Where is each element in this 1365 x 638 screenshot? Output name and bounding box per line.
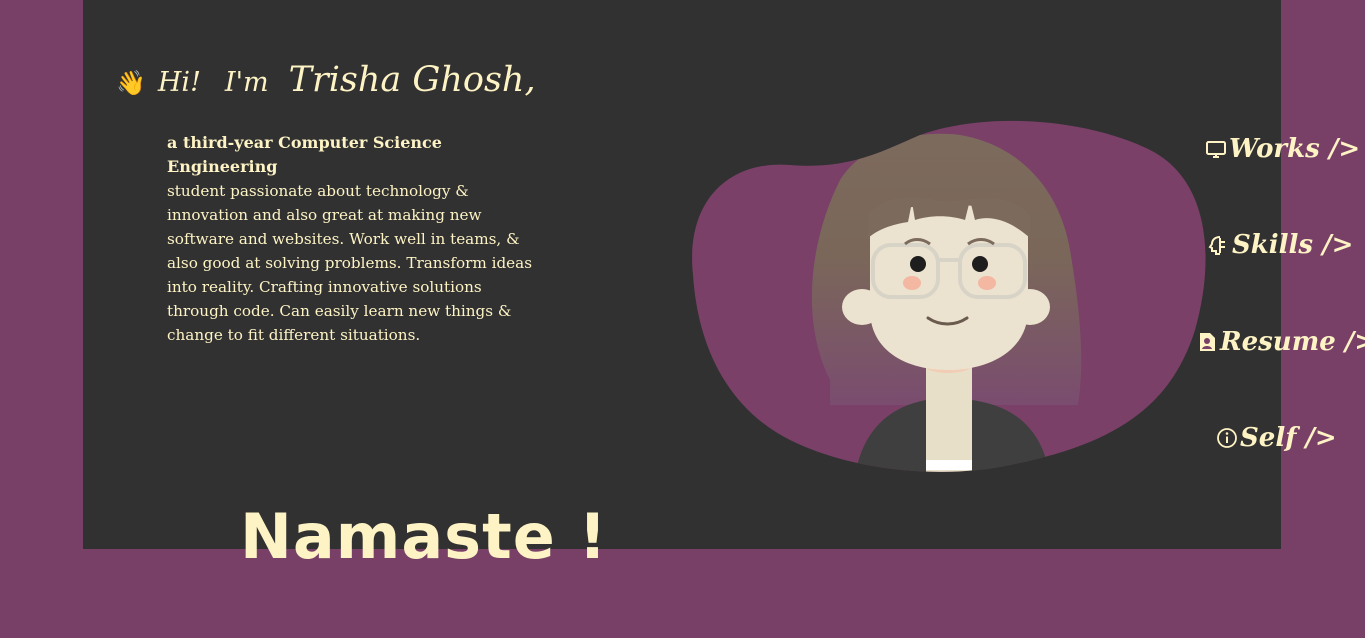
nav-self[interactable]: Self /> bbox=[1216, 423, 1337, 453]
resume-file-icon bbox=[1196, 331, 1218, 353]
monitor-icon bbox=[1205, 138, 1227, 160]
greeting: 👋 Hi! I'm Trisha Ghosh, bbox=[116, 60, 536, 100]
nav-works-label: Works /> bbox=[1229, 134, 1361, 164]
bio-lead: a third-year Computer Science Engineerin… bbox=[167, 133, 442, 176]
nav-resume-label: Resume /> bbox=[1220, 327, 1365, 357]
wave-icon: 👋 bbox=[116, 69, 146, 97]
namaste-heading: Namaste ! bbox=[240, 500, 608, 573]
greeting-hi: Hi! bbox=[157, 67, 201, 98]
nav-self-label: Self /> bbox=[1240, 423, 1337, 453]
avatar-illustration bbox=[692, 120, 1206, 472]
nav-skills[interactable]: Skills /> bbox=[1208, 230, 1353, 260]
nav-skills-label: Skills /> bbox=[1232, 230, 1354, 260]
owner-name: Trisha Ghosh, bbox=[288, 60, 536, 100]
bio-body: student passionate about technology & in… bbox=[167, 182, 533, 344]
info-icon bbox=[1216, 427, 1238, 449]
greeting-im: I'm bbox=[224, 67, 269, 98]
nav-resume[interactable]: Resume /> bbox=[1196, 327, 1365, 357]
brain-icon bbox=[1208, 234, 1230, 256]
bio: a third-year Computer Science Engineerin… bbox=[167, 131, 537, 347]
nav-works[interactable]: Works /> bbox=[1205, 134, 1360, 164]
